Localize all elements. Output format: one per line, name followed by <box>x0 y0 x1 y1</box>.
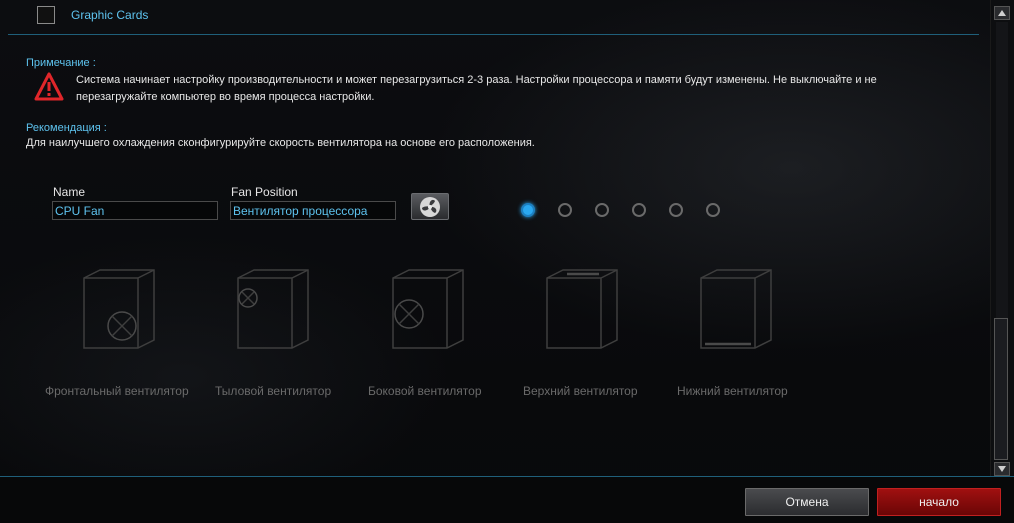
graphic-cards-row[interactable] <box>37 6 55 24</box>
graphic-cards-checkbox[interactable] <box>37 6 55 24</box>
separator <box>8 34 979 35</box>
page-dot-2[interactable] <box>558 203 572 217</box>
arrow-down-icon <box>998 466 1006 472</box>
arrow-up-icon <box>998 10 1006 16</box>
vertical-scrollbar[interactable] <box>990 0 1014 478</box>
rear-fan-label[interactable]: Тыловой вентилятор <box>215 384 331 398</box>
fan-position-input[interactable] <box>230 201 396 220</box>
note-text-line1: Система начинает настройку производитель… <box>76 74 877 86</box>
page-dot-3[interactable] <box>595 203 609 217</box>
top-fan-case-icon[interactable] <box>543 268 623 350</box>
name-input[interactable] <box>52 201 218 220</box>
graphic-cards-label: Graphic Cards <box>71 8 149 22</box>
bottom-fan-case-icon[interactable] <box>697 268 777 350</box>
fan-position-label: Fan Position <box>231 185 298 199</box>
side-fan-label[interactable]: Боковой вентилятор <box>368 384 482 398</box>
page-dot-5[interactable] <box>669 203 683 217</box>
start-button[interactable]: начало <box>877 488 1001 516</box>
main-panel: Graphic Cards Примечание : Система начин… <box>0 0 990 476</box>
fan-icon <box>420 196 440 217</box>
name-label: Name <box>53 185 86 199</box>
fan-speed-button[interactable] <box>411 193 449 220</box>
warning-icon <box>34 72 64 101</box>
rear-fan-case-icon[interactable] <box>234 268 314 350</box>
page-dot-1[interactable] <box>521 203 535 217</box>
side-fan-case-icon[interactable] <box>389 268 469 350</box>
top-fan-label[interactable]: Верхний вентилятор <box>523 384 638 398</box>
recommendation-text: Для наилучшего охлаждения сконфигурируйт… <box>26 137 535 149</box>
front-fan-label[interactable]: Фронтальный вентилятор <box>45 384 189 398</box>
cancel-button[interactable]: Отмена <box>745 488 869 516</box>
front-fan-case-icon[interactable] <box>80 268 160 350</box>
page-dot-4[interactable] <box>632 203 646 217</box>
recommendation-title: Рекомендация : <box>26 122 107 134</box>
scroll-thumb[interactable] <box>994 318 1008 460</box>
bottom-fan-label[interactable]: Нижний вентилятор <box>677 384 788 398</box>
scroll-up-button[interactable] <box>994 6 1010 20</box>
note-text-line2: перезагружайте компьютер во время процес… <box>76 91 375 103</box>
scroll-down-button[interactable] <box>994 462 1010 476</box>
note-title: Примечание : <box>26 57 96 69</box>
page-indicator <box>521 203 743 217</box>
page-dot-6[interactable] <box>706 203 720 217</box>
